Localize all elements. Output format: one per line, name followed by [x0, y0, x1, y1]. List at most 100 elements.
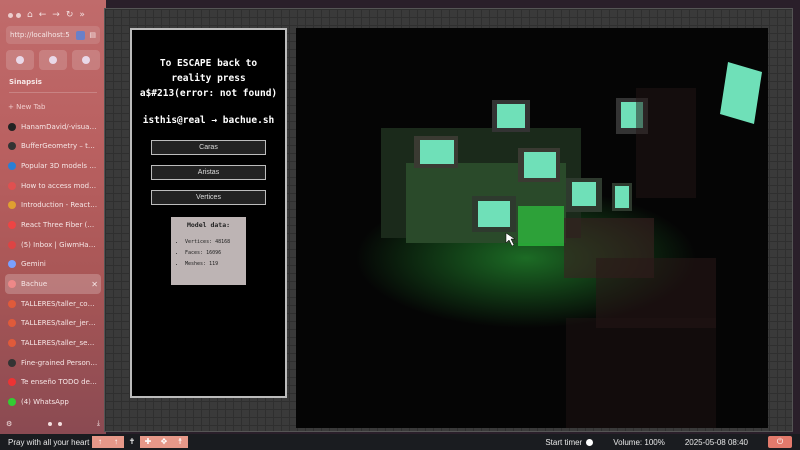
escape-message: To ESCAPE back to reality press a$#213(e…: [139, 58, 278, 99]
reader-icon[interactable]: ▤: [89, 31, 96, 39]
settings-icon[interactable]: ⚙: [6, 420, 12, 428]
window-controls[interactable]: [8, 12, 21, 18]
green-cabinet: [518, 206, 564, 246]
figure-icon[interactable]: ☨: [172, 436, 188, 448]
browser-tab[interactable]: TALLERES/taller_constr: [0, 294, 106, 314]
tab-favicon-icon: [8, 181, 16, 190]
pinned-tabs: [0, 44, 106, 70]
tab-label: Te enseño TODO de Typ: [21, 378, 98, 387]
tab-favicon-icon: [8, 201, 16, 210]
workspace-dot[interactable]: [47, 421, 52, 426]
tab-label: Popular 3D models - Sk: [21, 161, 98, 170]
browser-tab[interactable]: Popular 3D models - Sk: [0, 156, 106, 176]
workspace-title: Sinapsis: [9, 78, 42, 86]
tab-list: HanamDavid/-visual_co BufferGeometry – th…: [0, 117, 106, 412]
browser-tab[interactable]: BufferGeometry – three: [0, 136, 106, 156]
plus-icon[interactable]: ✚: [140, 436, 156, 448]
browser-tab[interactable]: (4) WhatsApp: [0, 392, 106, 412]
tab-label: (4) WhatsApp: [21, 398, 69, 407]
faces-button[interactable]: Caras: [151, 140, 266, 155]
browser-tab[interactable]: HanamDavid/-visual_co: [0, 117, 106, 137]
url-bar[interactable]: http://localhost:5 ▤: [6, 26, 100, 44]
3d-scene-canvas[interactable]: [296, 28, 768, 428]
back-icon[interactable]: ←: [39, 10, 47, 20]
app-icon: [49, 56, 57, 64]
taskbar: Pray with all your heart ↑ ↑ ✝ ✚ ✥ ☨ Sta…: [0, 434, 800, 450]
model-data-box: Model data: Vertices: 48168 Faces: 16096…: [171, 217, 246, 285]
github-icon: [82, 56, 90, 64]
browser-sidebar: ⌂ ← → ↻ » http://localhost:5 ▤ Sinapsis …: [0, 0, 106, 434]
box-pile: [596, 258, 716, 328]
tab-favicon-icon: [8, 378, 16, 387]
browser-tab[interactable]: Introduction - React Thr: [0, 195, 106, 215]
browser-tab[interactable]: Te enseño TODO de Typ: [0, 373, 106, 393]
tab-label: BufferGeometry – three: [21, 142, 98, 151]
crt-screen: [572, 182, 596, 206]
browser-tab[interactable]: Gemini: [0, 255, 106, 275]
command-line: isthis@real → bachue.sh: [142, 115, 275, 126]
pinned-tab-2[interactable]: [39, 50, 67, 70]
browser-tab[interactable]: Bachue ✕: [5, 274, 101, 294]
crt-screen: [615, 186, 629, 208]
tab-label: Introduction - React Thr: [21, 201, 98, 210]
tab-label: Gemini: [21, 260, 46, 269]
url-text[interactable]: http://localhost:5: [10, 31, 72, 39]
browser-tab[interactable]: React Three Fiber (R3F): [0, 215, 106, 235]
tab-label: HanamDavid/-visual_co: [21, 122, 98, 131]
tab-favicon-icon: [8, 280, 16, 289]
tab-favicon-icon: [8, 240, 16, 249]
hud-panel: To ESCAPE back to reality press a$#213(e…: [130, 28, 287, 398]
move-icon[interactable]: ✥: [156, 436, 172, 448]
crt-screen: [497, 104, 525, 128]
browser-tab[interactable]: TALLERES/taller_segme: [0, 333, 106, 353]
window-title: Pray with all your heart: [8, 437, 90, 447]
model-data-title: Model data:: [186, 221, 231, 229]
crt-screen: [420, 140, 454, 164]
scene-render: [356, 62, 762, 428]
cross-icon[interactable]: ✝: [124, 436, 140, 448]
download-icon[interactable]: ⤓: [97, 419, 100, 428]
sidebar-footer: ⚙ ⤓: [6, 419, 100, 428]
close-tab-icon[interactable]: ✕: [91, 280, 98, 289]
tab-favicon-icon: [8, 142, 16, 151]
pinned-tab-3[interactable]: [72, 50, 100, 70]
tab-favicon-icon: [8, 319, 16, 328]
tab-label: React Three Fiber (R3F): [21, 220, 98, 229]
power-button[interactable]: ⏻: [768, 436, 792, 448]
floating-screen: [720, 62, 762, 124]
status-area: Start timer Volume: 100% 2025-05-08 08:4…: [545, 436, 800, 448]
volume-indicator[interactable]: Volume: 100%: [613, 438, 665, 447]
tab-favicon-icon: [8, 398, 16, 407]
tab-favicon-icon: [8, 220, 16, 229]
new-tab-label: + New Tab: [8, 102, 46, 111]
datetime[interactable]: 2025-05-08 08:40: [685, 438, 748, 447]
arrow-up-icon[interactable]: ↑: [92, 436, 108, 448]
edges-button[interactable]: Aristas: [151, 165, 266, 180]
pinned-tab-1[interactable]: [6, 50, 34, 70]
crt-screen: [478, 201, 510, 227]
home-icon[interactable]: ⌂: [27, 10, 33, 20]
extension-icon[interactable]: [76, 30, 86, 40]
clock-icon: [586, 438, 594, 446]
workspace-dot[interactable]: [57, 421, 62, 426]
browser-tab[interactable]: Fine-grained Personal A: [0, 353, 106, 373]
box-pile: [566, 318, 716, 428]
reload-icon[interactable]: ↻: [66, 10, 74, 20]
vertices-button[interactable]: Vertices: [151, 190, 266, 205]
forward-icon[interactable]: →: [52, 10, 60, 20]
tab-favicon-icon: [8, 122, 16, 131]
meshes-count: Meshes: 119: [185, 259, 246, 270]
tab-favicon-icon: [8, 161, 16, 170]
expand-icon[interactable]: »: [79, 10, 85, 20]
browser-tab[interactable]: TALLERES/taller_jerarq: [0, 314, 106, 334]
arrow-up-icon[interactable]: ↑: [108, 436, 124, 448]
start-timer[interactable]: Start timer: [545, 438, 594, 447]
browser-tab[interactable]: How to access model fa: [0, 176, 106, 196]
tab-label: (5) Inbox | GiwmHanan: [21, 240, 98, 249]
taskbar-icons: ↑ ↑ ✝ ✚ ✥ ☨: [92, 436, 188, 448]
tab-favicon-icon: [8, 260, 16, 269]
tab-label: TALLERES/taller_jerarq: [21, 319, 98, 328]
new-tab-button[interactable]: + New Tab: [0, 97, 106, 117]
model-data-list: Vertices: 48168 Faces: 16096 Meshes: 119: [171, 237, 246, 270]
browser-tab[interactable]: (5) Inbox | GiwmHanan: [0, 235, 106, 255]
